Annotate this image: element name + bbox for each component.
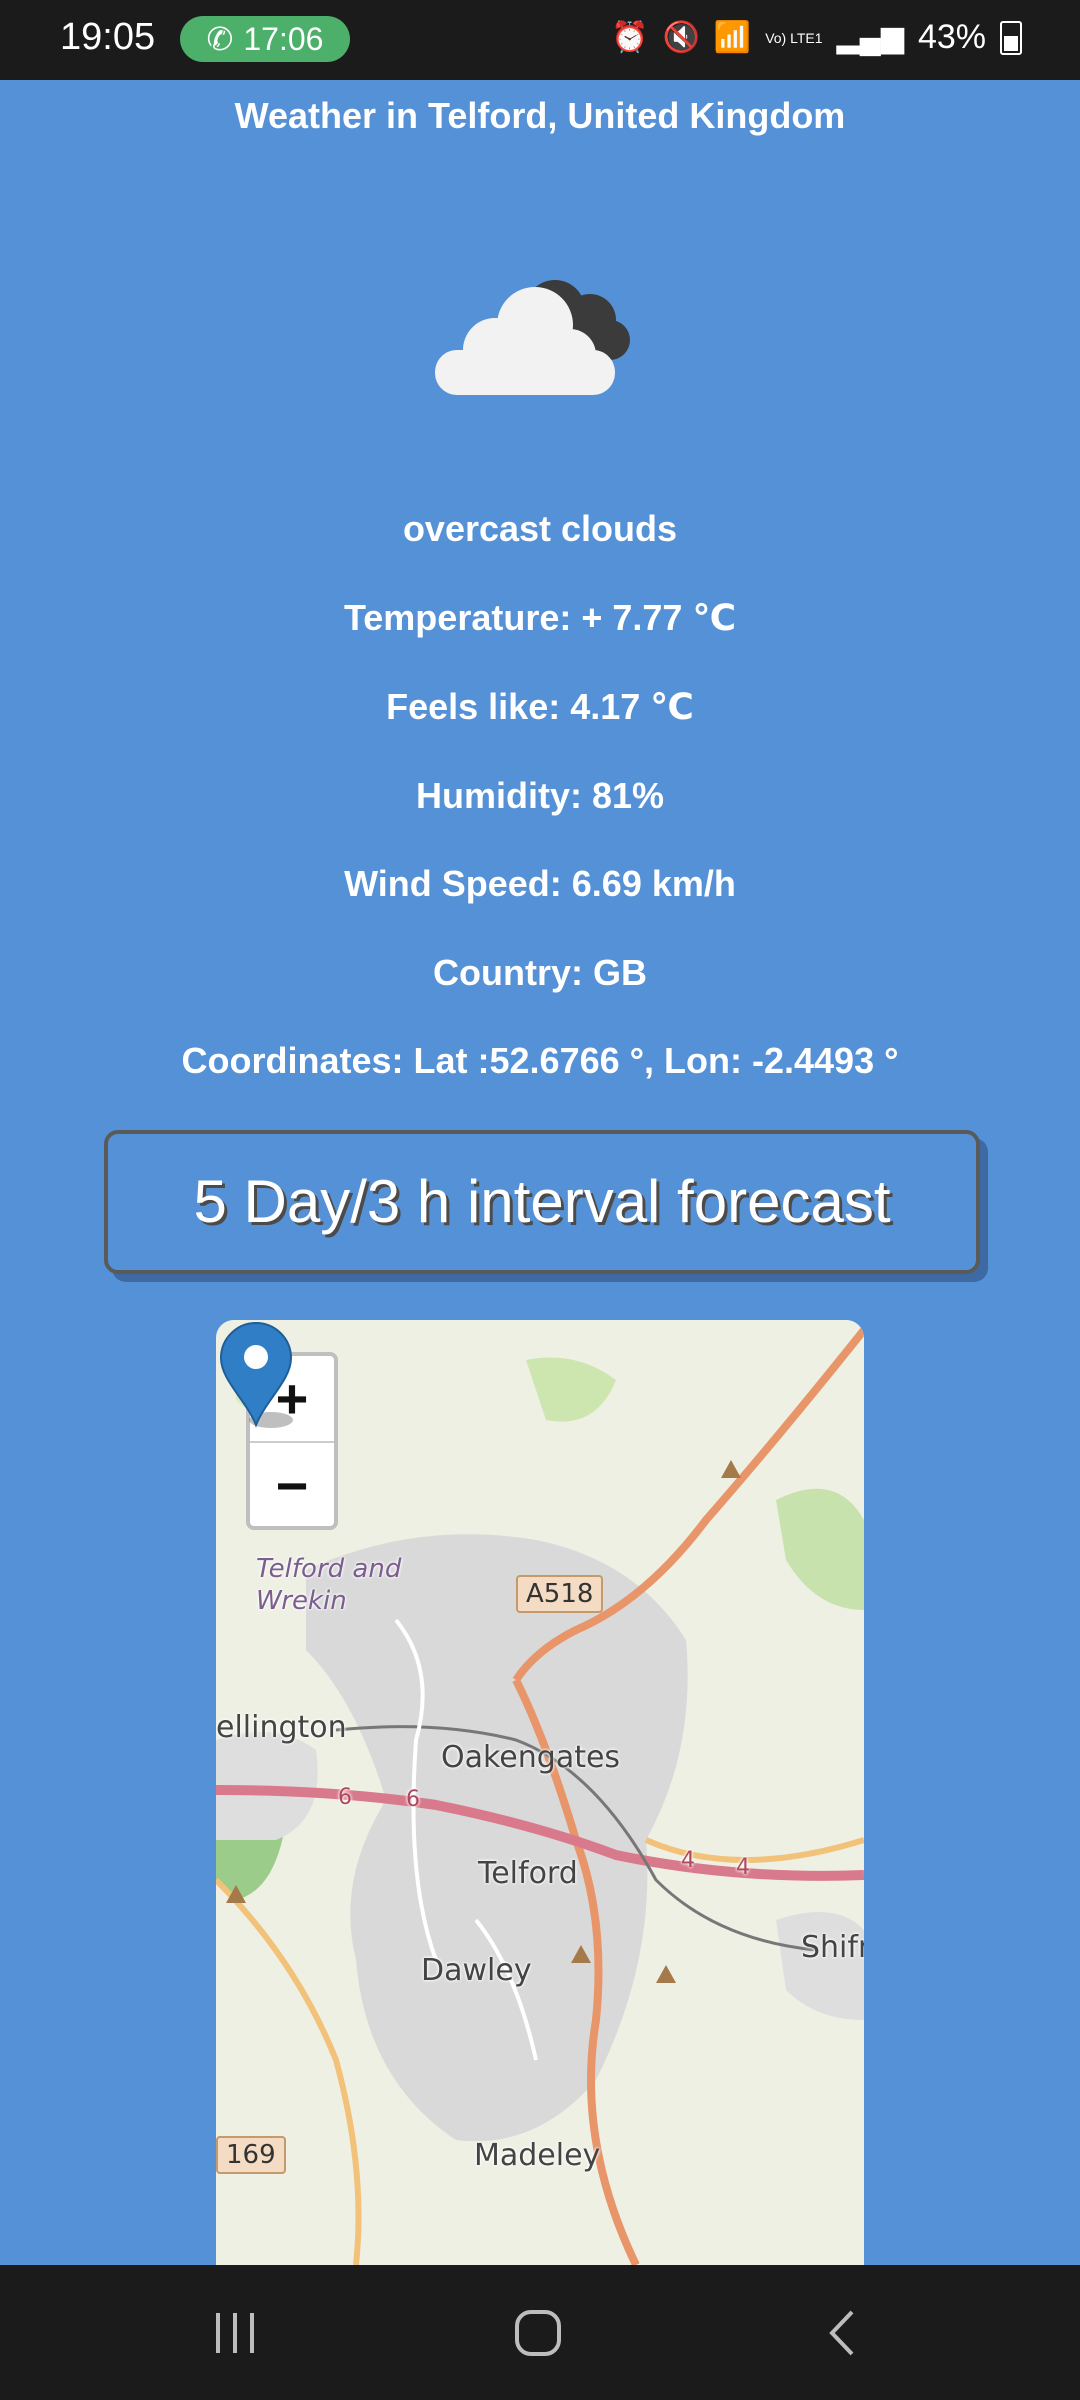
road-label-m54-a: 6 bbox=[338, 1785, 352, 1810]
map-label-shifnal: Shifn bbox=[801, 1930, 864, 1965]
back-icon bbox=[829, 2310, 854, 2355]
status-icons: ⏰ 🔇 📶 Vo) LTE1 ▂▄▆ 43% bbox=[611, 18, 1022, 57]
recent-apps-button[interactable] bbox=[155, 2265, 315, 2400]
forecast-button[interactable]: 5 Day/3 h interval forecast bbox=[104, 1130, 980, 1274]
call-duration: 17:06 bbox=[243, 20, 324, 57]
location-pin-icon[interactable] bbox=[216, 1320, 296, 1430]
feels-like: Feels like: 4.17 ℃ bbox=[386, 686, 694, 727]
road-label-m54-d: 4 bbox=[736, 1855, 750, 1880]
back-button[interactable] bbox=[762, 2265, 922, 2400]
map-view[interactable]: + − Telford and Wrekin A518 ellington Oa… bbox=[216, 1320, 864, 2265]
wifi-icon: 📶 bbox=[713, 21, 752, 54]
weather-description: overcast clouds bbox=[402, 508, 678, 549]
map-label-dawley: Dawley bbox=[421, 1953, 532, 1988]
alarm-icon: ⏰ bbox=[611, 21, 649, 54]
map-label-madeley: Madeley bbox=[474, 2138, 601, 2173]
coordinates: Coordinates: Lat :52.6766 °, Lon: -2.449… bbox=[181, 1040, 899, 1081]
map-label-wellington: ellington bbox=[216, 1710, 347, 1745]
battery-level: 43% bbox=[917, 18, 986, 56]
road-label-m54-b: 6 bbox=[406, 1787, 420, 1812]
navigation-bar bbox=[0, 2265, 1080, 2400]
ongoing-call-pill[interactable]: ✆ 17:06 bbox=[180, 16, 350, 62]
map-label-district: Telford and Wrekin bbox=[256, 1554, 402, 1616]
wind-speed: Wind Speed: 6.69 km/h bbox=[344, 863, 736, 904]
home-icon bbox=[515, 2309, 561, 2356]
map-label-oakengates: Oakengates bbox=[441, 1740, 621, 1775]
road-badge-a4169: 169 bbox=[216, 2136, 286, 2174]
overcast-cloud-icon bbox=[435, 280, 630, 395]
signal-icon: ▂▄▆ bbox=[836, 21, 904, 54]
temperature: Temperature: + 7.77 ℃ bbox=[343, 597, 737, 638]
home-button[interactable] bbox=[458, 2265, 618, 2400]
phone-icon: ✆ bbox=[206, 21, 234, 57]
battery-icon bbox=[1000, 20, 1022, 55]
map-label-telford: Telford bbox=[478, 1856, 578, 1891]
status-bar: 19:05 ✆ 17:06 ⏰ 🔇 📶 Vo) LTE1 ▂▄▆ 43% bbox=[0, 0, 1080, 80]
road-label-m54-c: 4 bbox=[681, 1848, 695, 1873]
page-title: Weather in Telford, United Kingdom bbox=[234, 95, 846, 136]
humidity: Humidity: 81% bbox=[415, 775, 665, 816]
country: Country: GB bbox=[433, 952, 647, 993]
recent-apps-icon bbox=[216, 2312, 254, 2353]
mute-icon: 🔇 bbox=[662, 21, 700, 54]
network-label: Vo) LTE1 bbox=[765, 29, 823, 46]
status-time: 19:05 bbox=[60, 16, 156, 58]
road-badge-a518: A518 bbox=[516, 1575, 604, 1613]
zoom-out-button[interactable]: − bbox=[250, 1441, 334, 1526]
